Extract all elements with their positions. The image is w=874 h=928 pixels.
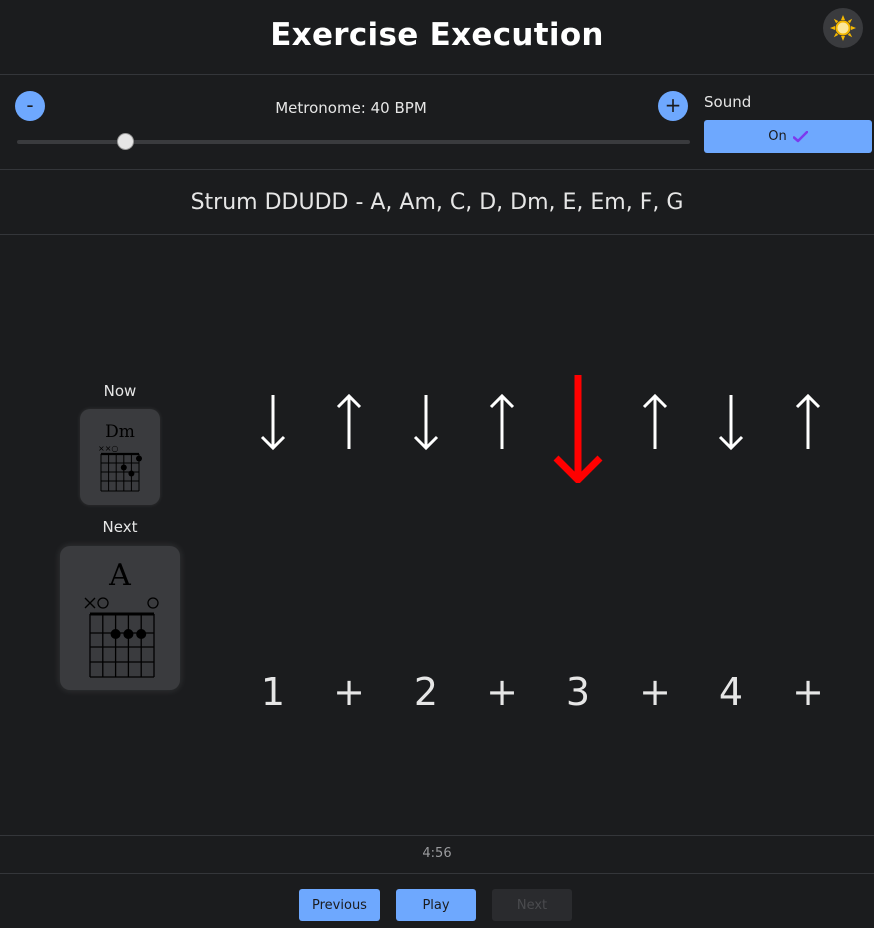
previous-button[interactable]: Previous: [299, 889, 380, 921]
strum-arrow-down: [718, 395, 744, 451]
page-title: Exercise Execution: [270, 17, 604, 53]
strum-arrow-up: [336, 393, 362, 449]
strum-arrow-up: [642, 393, 668, 449]
exercise-title: Strum DDUDD - A, Am, C, D, Dm, E, Em, F,…: [190, 190, 684, 215]
elapsed-timer: 4:56: [422, 846, 452, 861]
now-chord-diagram: ××○: [98, 444, 142, 492]
bpm-increase-button[interactable]: +: [658, 91, 688, 121]
now-chord-label: Now: [103, 382, 137, 400]
strum-arrow-up: [795, 393, 821, 449]
sun-icon: [830, 15, 856, 41]
strum-arrow-up: [489, 393, 515, 449]
theme-toggle-button[interactable]: [823, 8, 863, 48]
play-button[interactable]: Play: [396, 889, 476, 921]
metronome-panel: - Metronome: 40 BPM + Sound On: [0, 75, 874, 170]
strum-arrow-down: [413, 395, 439, 451]
beat-count-label: 1: [260, 670, 286, 714]
sound-toggle-label: On: [768, 129, 787, 144]
beat-count-label: 2: [413, 670, 439, 714]
next-chord-label: Next: [102, 518, 138, 536]
next-button[interactable]: Next: [492, 889, 572, 921]
strum-arrow-down-active: [553, 375, 603, 483]
beat-count-label: +: [333, 670, 365, 714]
beat-count-label: 4: [718, 670, 744, 714]
sound-label: Sound: [704, 93, 752, 111]
bpm-slider-thumb[interactable]: [116, 133, 134, 150]
bpm-decrease-button[interactable]: -: [15, 91, 45, 121]
beat-count-label: 3: [565, 670, 591, 714]
header: Exercise Execution: [0, 0, 874, 75]
svg-text:××○: ××○: [98, 444, 118, 453]
beat-count-label: +: [486, 670, 518, 714]
next-chord-diagram: [84, 597, 159, 678]
timer-bar: 4:56: [0, 835, 874, 874]
sound-toggle-button[interactable]: On: [704, 120, 872, 153]
check-icon: [792, 130, 808, 142]
now-chord-card: Dm ××○: [80, 409, 160, 505]
beat-count-label: +: [639, 670, 671, 714]
beat-count-label: +: [792, 670, 824, 714]
next-chord-card: A: [60, 546, 180, 690]
strum-arrow-down: [260, 395, 286, 451]
metronome-label: Metronome: 40 BPM: [275, 99, 427, 117]
exercise-bar: Strum DDUDD - A, Am, C, D, Dm, E, Em, F,…: [0, 170, 874, 235]
